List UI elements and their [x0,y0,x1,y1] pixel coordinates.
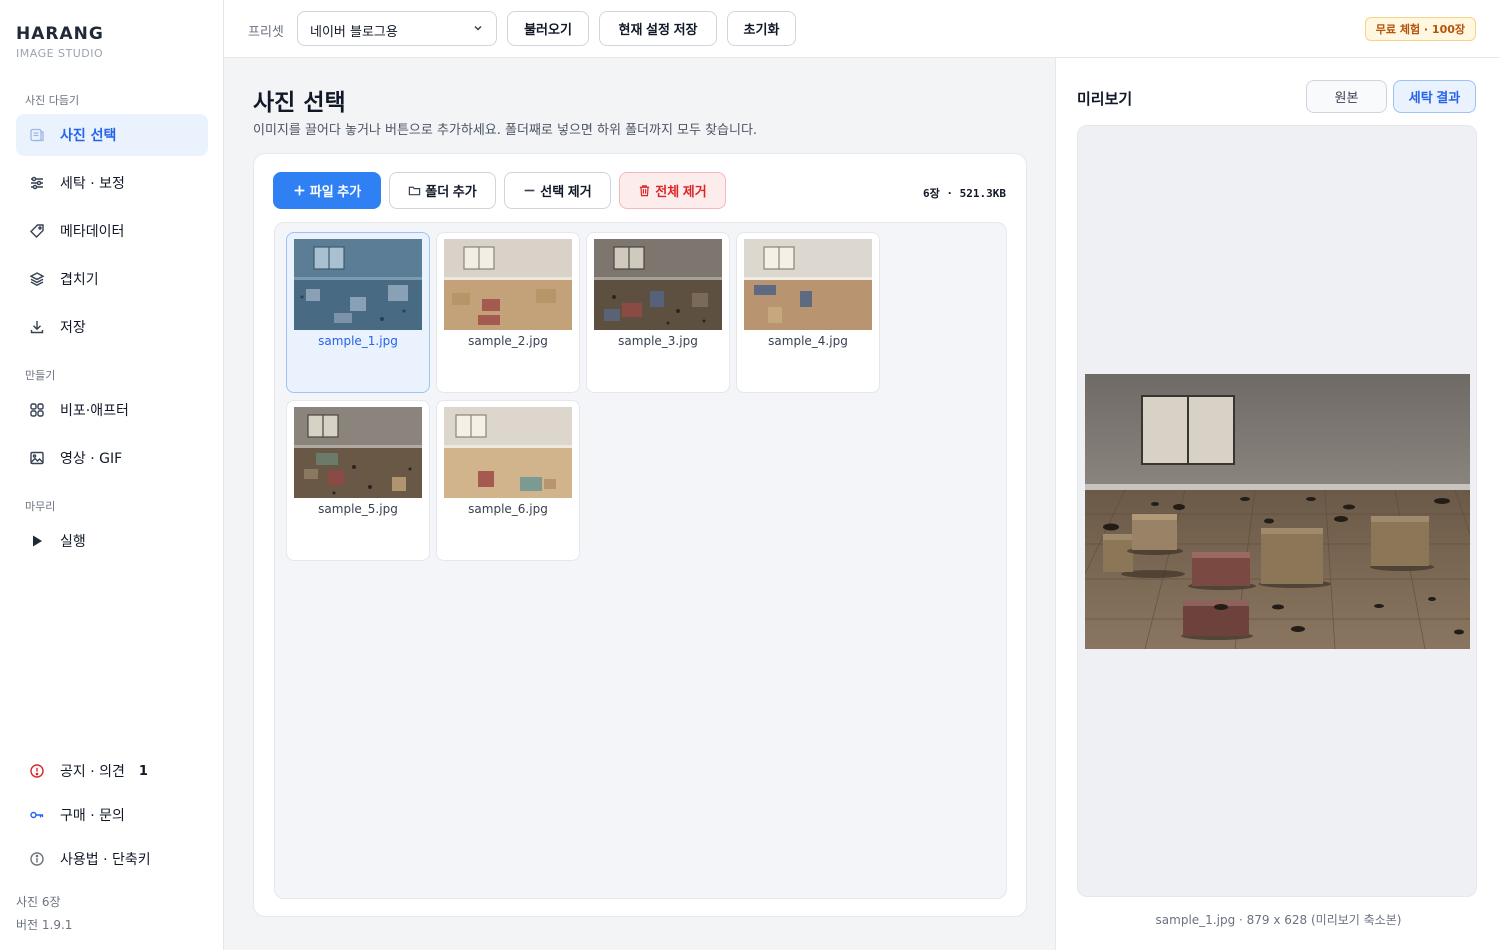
sidebar-item-overlay[interactable]: 겹치기 [16,258,208,300]
brand-logo: HARANG IMAGE STUDIO [16,24,104,60]
remove-all-button[interactable]: 전체 제거 [619,172,726,209]
add-file-label: 파일 추가 [309,184,362,199]
sidebar-item-notice[interactable]: 공지 · 의견 1 [16,750,208,792]
preview-image [1085,374,1470,649]
thumbnail-card[interactable]: sample_5.jpg [286,400,430,561]
sidebar-item-help[interactable]: 사용법 · 단축키 [16,838,208,880]
add-file-button[interactable]: 파일 추가 [273,172,381,209]
sidebar-item-label: 공지 · 의견 [60,764,125,780]
sidebar-item-purchase[interactable]: 구매 · 문의 [16,794,208,836]
preset-selected-value: 네이버 블로그용 [310,25,398,40]
sidebar-item-run[interactable]: 실행 [16,520,208,562]
folder-icon [409,186,421,196]
tag-icon [28,222,46,240]
sidebar-item-video-gif[interactable]: 영상 · GIF [16,437,208,479]
sidebar-item-before-after[interactable]: 비포·애프터 [16,389,208,431]
preview-panel: 미리보기 원본 세탁 결과 sample_1.jpg · 879 x 628 (… [1055,58,1500,950]
thumbnail-image [444,239,572,330]
preset-select[interactable]: 네이버 블로그용 [297,11,497,46]
page-description: 이미지를 끌어다 놓거나 버튼으로 추가하세요. 폴더째로 넣으면 하위 폴더까… [253,123,758,138]
preview-caption: sample_1.jpg · 879 x 628 (미리보기 축소본) [1155,913,1402,927]
thumbnail-card[interactable]: sample_6.jpg [436,400,580,561]
sidebar-item-photo-select[interactable]: 사진 선택 [16,114,208,156]
photo-count-status: 사진 6장 [16,895,61,909]
add-folder-label: 폴더 추가 [425,184,477,199]
thumbnail-filename: sample_3.jpg [618,334,698,348]
sidebar-item-label: 비포·애프터 [60,403,129,419]
thumbnail-image [444,407,572,498]
load-preset-button[interactable]: 불러오기 [507,11,589,46]
notice-count-badge: 1 [138,763,148,779]
sidebar-item-label: 영상 · GIF [60,451,123,467]
thumbnail-filename: sample_5.jpg [318,502,398,516]
sliders-icon [28,174,46,192]
thumbnail-filename: sample_2.jpg [468,334,548,348]
minus-icon [524,189,535,192]
download-icon [28,318,46,336]
play-icon [28,532,46,550]
sidebar-item-label: 구매 · 문의 [60,808,125,824]
image-icon [28,449,46,467]
photo-select-icon [28,126,46,144]
page-title: 사진 선택 [253,90,346,116]
chevron-down-icon [474,25,482,31]
thumbnail-card[interactable]: sample_4.jpg [736,232,880,393]
file-panel: 파일 추가 폴더 추가 선택 제거 전체 제거 6장 · 521.3KB sam… [253,153,1027,917]
sidebar-item-label: 사용법 · 단축키 [60,852,151,868]
tab-wash-result[interactable]: 세탁 결과 [1393,80,1476,113]
section-label-create: 만들기 [25,369,56,382]
alert-icon [28,762,46,780]
reset-button[interactable]: 초기화 [727,11,796,46]
remove-selected-button[interactable]: 선택 제거 [504,172,611,209]
thumbnail-card[interactable]: sample_1.jpg [286,232,430,393]
thumbnail-filename: sample_4.jpg [768,334,848,348]
sidebar-item-wash[interactable]: 세탁 · 보정 [16,162,208,204]
thumbnail-image [594,239,722,330]
key-icon [28,806,46,824]
thumbnail-grid[interactable]: sample_1.jpg sample_2.jpg sample_3.jpg s… [274,222,1007,899]
layers-icon [28,270,46,288]
topbar: 프리셋 네이버 블로그용 불러오기 현재 설정 저장 초기화 무료 체험 · 1… [224,0,1500,58]
remove-all-label: 전체 제거 [655,184,707,199]
sidebar-item-label: 겹치기 [60,272,99,288]
trial-badge: 무료 체험 · 100장 [1364,17,1476,41]
thumbnail-filename: sample_6.jpg [468,502,548,516]
preview-title: 미리보기 [1077,90,1133,108]
brand-title: HARANG [16,24,104,44]
add-folder-button[interactable]: 폴더 추가 [389,172,496,209]
trash-icon [640,185,650,197]
preset-label: 프리셋 [248,25,284,40]
brand-subtitle: IMAGE STUDIO [16,47,104,60]
thumbnail-image [294,239,422,330]
sidebar-item-save[interactable]: 저장 [16,306,208,348]
remove-selected-label: 선택 제거 [540,184,592,199]
sidebar-item-label: 사진 선택 [60,128,117,144]
sidebar-item-label: 메타데이터 [60,224,125,240]
section-label-edit: 사진 다듬기 [25,94,80,107]
thumbnail-card[interactable]: sample_2.jpg [436,232,580,393]
save-settings-button[interactable]: 현재 설정 저장 [599,11,717,46]
grid-icon [28,401,46,419]
info-icon [28,850,46,868]
sidebar-item-label: 세탁 · 보정 [60,176,125,192]
file-count-size: 6장 · 521.3KB [923,187,1006,200]
tab-original[interactable]: 원본 [1306,80,1387,113]
preview-canvas [1077,125,1477,897]
sidebar-item-metadata[interactable]: 메타데이터 [16,210,208,252]
section-label-finish: 마무리 [25,500,56,513]
plus-icon [294,185,305,196]
version-label: 버전 1.9.1 [16,918,73,932]
thumbnail-filename: sample_1.jpg [318,334,398,348]
thumbnail-image [744,239,872,330]
thumbnail-image [294,407,422,498]
thumbnail-card[interactable]: sample_3.jpg [586,232,730,393]
sidebar-item-label: 실행 [60,534,86,550]
sidebar-item-label: 저장 [60,320,86,336]
sidebar: HARANG IMAGE STUDIO 사진 다듬기 사진 선택 세탁 · 보정… [0,0,224,950]
